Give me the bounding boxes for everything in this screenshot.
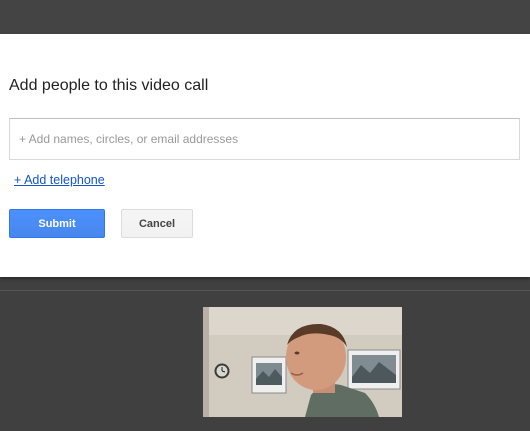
dialog-title: Add people to this video call <box>9 77 209 94</box>
video-frame-illustration <box>203 307 402 417</box>
top-toolbar <box>0 0 530 34</box>
video-call-window: Add people to this video call + Add tele… <box>0 0 530 431</box>
add-people-input[interactable] <box>9 118 520 160</box>
add-people-dialog: Add people to this video call + Add tele… <box>0 34 530 277</box>
add-telephone-link[interactable]: + Add telephone <box>14 172 105 188</box>
self-video-preview <box>203 307 402 417</box>
divider <box>0 290 530 291</box>
cancel-button[interactable]: Cancel <box>121 209 193 238</box>
submit-button[interactable]: Submit <box>9 209 105 238</box>
